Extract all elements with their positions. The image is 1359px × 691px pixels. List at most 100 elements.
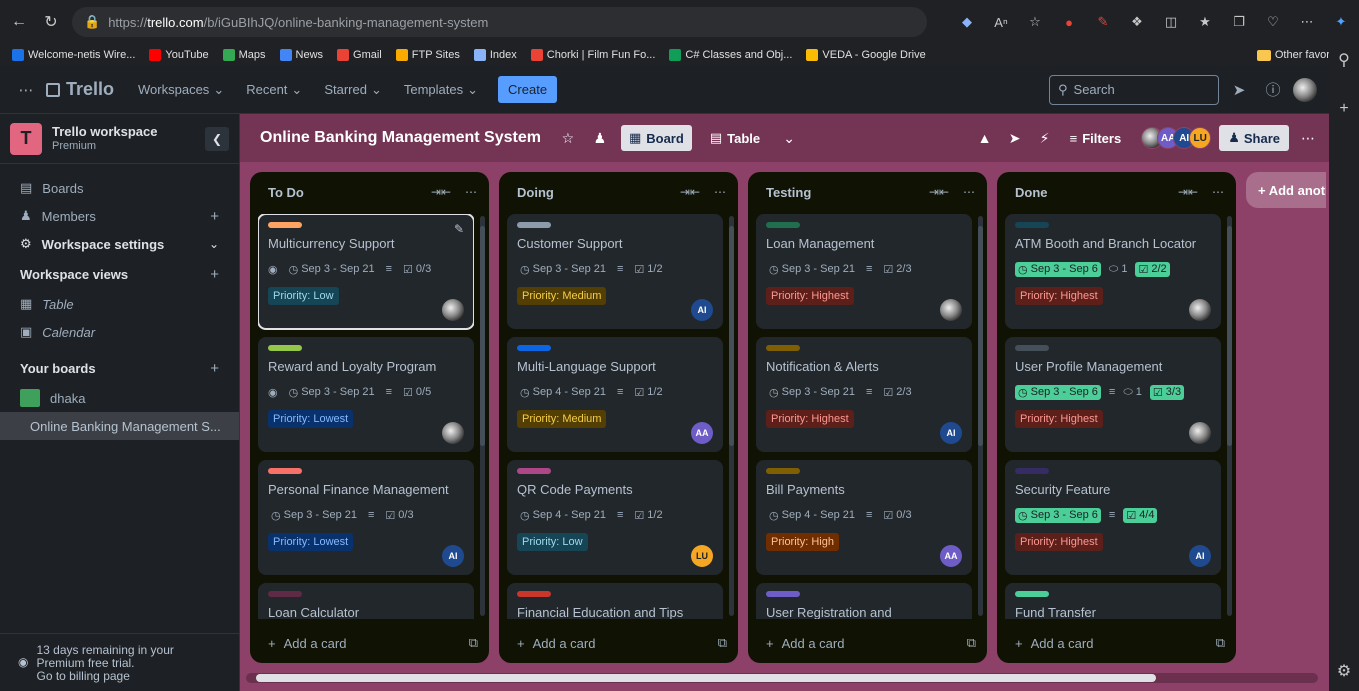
sidebar-board-item[interactable]: Online Banking Management S... [0,412,239,440]
collapse-sidebar-icon[interactable]: ❮ [205,126,229,151]
app-switcher-icon[interactable]: ⋯ [12,81,40,99]
extension-pen-icon[interactable]: ✎ [1093,12,1113,32]
due-date-badge[interactable]: ◷ Sep 3 - Sep 21 [766,262,858,277]
card[interactable]: Notification & Alerts ◷ Sep 3 - Sep 21 ≡ ☑ 2/… [756,337,972,452]
refresh-icon[interactable]: ↻ [40,12,62,32]
card[interactable]: Loan Management ◷ Sep 3 - Sep 21 ≡ ☑ 2/3 Prior… [756,214,972,329]
due-date-badge[interactable]: ◷ Sep 3 - Sep 6 [1015,384,1101,400]
trello-logo[interactable]: Trello [46,79,114,100]
card[interactable]: Reward and Loyalty Program ◉ ◷ Sep 3 - Sep … [258,337,474,452]
card[interactable]: Security Feature ◷ Sep 3 - Sep 6 ≡ ☑ 4/4 Prior… [1005,460,1221,575]
favorite-star-icon[interactable]: ☆ [1025,12,1045,32]
card[interactable]: Customer Support ◷ Sep 3 - Sep 21 ≡ ☑ 1/2 Prio… [507,214,723,329]
workspace-name[interactable]: Trello workspace Premium [52,124,158,154]
list-scrollbar[interactable] [480,216,485,616]
bookmark-item[interactable]: News [279,49,323,61]
list-menu-icon[interactable]: ⋯ [465,185,477,199]
list-title[interactable]: Doing [517,185,554,200]
card-member-avatar-photo[interactable] [1189,422,1211,444]
automation-bolt-icon[interactable]: ⚡ [1034,130,1056,147]
address-bar[interactable]: 🔒 https://trello.com/b/iGuBIhJQ/online-b… [72,7,927,37]
card-member-avatar[interactable]: AI [1189,545,1211,567]
search-input[interactable]: ⚲ Search [1049,74,1219,105]
card[interactable]: Fund Transfer [1005,583,1221,619]
more-menu-icon[interactable]: ⋯ [1297,12,1317,32]
card-template-icon[interactable]: ⧉ [967,635,976,651]
due-date-badge[interactable]: ◷ Sep 3 - Sep 21 [766,385,858,400]
sidebar-item-boards[interactable]: ▤ Boards [0,174,239,202]
card-member-avatar[interactable]: AA [691,422,713,444]
list-title[interactable]: To Do [268,185,304,200]
due-date-badge[interactable]: ◷ Sep 3 - Sep 21 [268,508,360,523]
heart-pulse-icon[interactable]: ♡ [1263,12,1283,32]
card-template-icon[interactable]: ⧉ [718,635,727,651]
card[interactable]: User Registration and [756,583,972,619]
card-template-icon[interactable]: ⧉ [1216,635,1225,651]
card-template-icon[interactable]: ⧉ [469,635,478,651]
card-member-avatar-photo[interactable] [1189,299,1211,321]
card-member-avatar[interactable]: AI [940,422,962,444]
edit-pencil-icon[interactable]: ✎ [454,222,464,236]
favorites-icon[interactable]: ★ [1195,12,1215,32]
list-title[interactable]: Testing [766,185,811,200]
visibility-icon[interactable]: ♟ [589,130,611,147]
due-date-badge[interactable]: ◷ Sep 3 - Sep 21 [517,262,609,277]
star-icon[interactable]: ☆ [557,130,579,147]
priority-label[interactable]: Priority: Highest [1015,533,1103,551]
add-icon[interactable]: + [1339,100,1348,118]
card[interactable]: Multi-Language Support ◷ Sep 4 - Sep 21 ≡ ☑ 1… [507,337,723,452]
collections-icon[interactable]: ❐ [1229,12,1249,32]
bookmark-item[interactable]: FTP Sites [395,49,460,61]
collapse-list-icon[interactable]: ⇥⇤ [1178,185,1198,199]
card[interactable]: Loan Calculator [258,583,474,619]
card-member-avatar-photo[interactable] [442,299,464,321]
card[interactable]: Multicurrency Support ✎ ◉ ◷ Sep 3 - Sep 21 ≡ ☑… [258,214,474,330]
due-date-badge[interactable]: ◷ Sep 3 - Sep 21 [286,262,378,277]
split-screen-icon[interactable]: ◫ [1161,12,1181,32]
help-icon[interactable]: ⓘ [1259,79,1287,100]
scrollbar-thumb[interactable] [256,674,1156,682]
due-date-badge[interactable]: ◷ Sep 3 - Sep 6 [1015,507,1101,523]
priority-label[interactable]: Priority: Low [517,533,588,551]
add-card-button[interactable]: + Add a card ⧉ [517,635,727,651]
templates-menu[interactable]: Templates ⌄ [396,76,486,104]
list-header[interactable]: To Do ⇥⇤ ⋯ [250,172,489,212]
sidebar-board-item[interactable]: dhaka [0,384,239,412]
filters-button[interactable]: ≡ Filters [1064,131,1128,146]
table-view-button[interactable]: ▤ Table [702,125,768,151]
board-title[interactable]: Online Banking Management System [260,129,541,147]
card-member-avatar[interactable]: LU [691,545,713,567]
priority-label[interactable]: Priority: Highest [1015,287,1103,305]
create-button[interactable]: Create [498,76,558,103]
bookmark-item[interactable]: YouTube [149,49,209,61]
bookmark-item[interactable]: VEDA - Google Drive [806,49,926,61]
horizontal-scrollbar[interactable] [246,673,1318,683]
collapse-list-icon[interactable]: ⇥⇤ [680,185,700,199]
search-icon[interactable]: ⚲ [1338,50,1350,70]
card[interactable]: Personal Finance Management ◷ Sep 3 - Sep … [258,460,474,575]
priority-label[interactable]: Priority: Highest [1015,410,1103,428]
add-list-button[interactable]: + Add another list [1246,172,1326,208]
card-member-avatar[interactable]: AI [691,299,713,321]
card-member-avatar-photo[interactable] [940,299,962,321]
add-card-button[interactable]: + Add a card ⧉ [766,635,976,651]
list-title[interactable]: Done [1015,185,1048,200]
send-icon[interactable]: ➤ [1004,130,1026,147]
sidebar-item-members[interactable]: ♟ Members + [0,202,239,230]
power-ups-icon[interactable]: ▲ [974,130,996,146]
add-member-icon[interactable]: + [210,208,219,225]
bookmark-item[interactable]: Index [473,49,517,61]
priority-label[interactable]: Priority: Medium [517,287,607,305]
priority-label[interactable]: Priority: Low [268,287,339,305]
collapse-list-icon[interactable]: ⇥⇤ [929,185,949,199]
list-menu-icon[interactable]: ⋯ [714,185,726,199]
due-date-badge[interactable]: ◷ Sep 4 - Sep 21 [766,508,858,523]
card[interactable]: Bill Payments ◷ Sep 4 - Sep 21 ≡ ☑ 0/3 Priorit… [756,460,972,575]
sidebar-item-table[interactable]: ▦ Table [0,290,239,318]
priority-label[interactable]: Priority: Highest [766,287,854,305]
extension-red-icon[interactable]: ● [1059,12,1079,32]
bookmark-item[interactable]: Chorki | Film Fun Fo... [530,49,655,61]
card[interactable]: QR Code Payments ◷ Sep 4 - Sep 21 ≡ ☑ 1/2 Prio… [507,460,723,575]
list-header[interactable]: Done ⇥⇤ ⋯ [997,172,1236,212]
card-member-avatar[interactable]: AA [940,545,962,567]
